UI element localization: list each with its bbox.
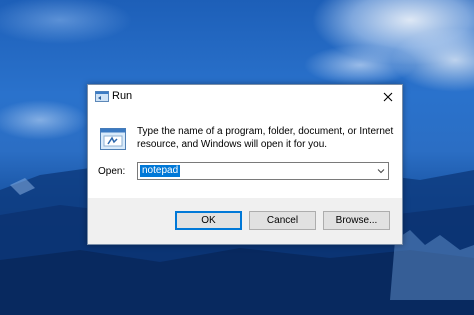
run-program-icon [100, 128, 126, 150]
open-input-value[interactable]: notepad [140, 165, 181, 177]
open-label: Open: [98, 166, 126, 177]
close-button[interactable] [374, 85, 402, 109]
open-combobox[interactable]: notepad [137, 162, 389, 180]
dialog-title: Run [112, 90, 133, 102]
dialog-description: Type the name of a program, folder, docu… [137, 126, 394, 150]
ok-button[interactable]: OK [175, 211, 242, 230]
browse-button[interactable]: Browse... [323, 211, 390, 230]
dialog-footer: OK Cancel Browse... [88, 198, 402, 244]
title-bar[interactable]: Run [88, 85, 402, 109]
close-icon [383, 92, 393, 102]
run-dialog: Run Type the name of a program, folder, … [87, 84, 403, 245]
chevron-down-icon[interactable] [376, 166, 386, 176]
run-icon [95, 91, 109, 102]
cancel-button[interactable]: Cancel [249, 211, 316, 230]
